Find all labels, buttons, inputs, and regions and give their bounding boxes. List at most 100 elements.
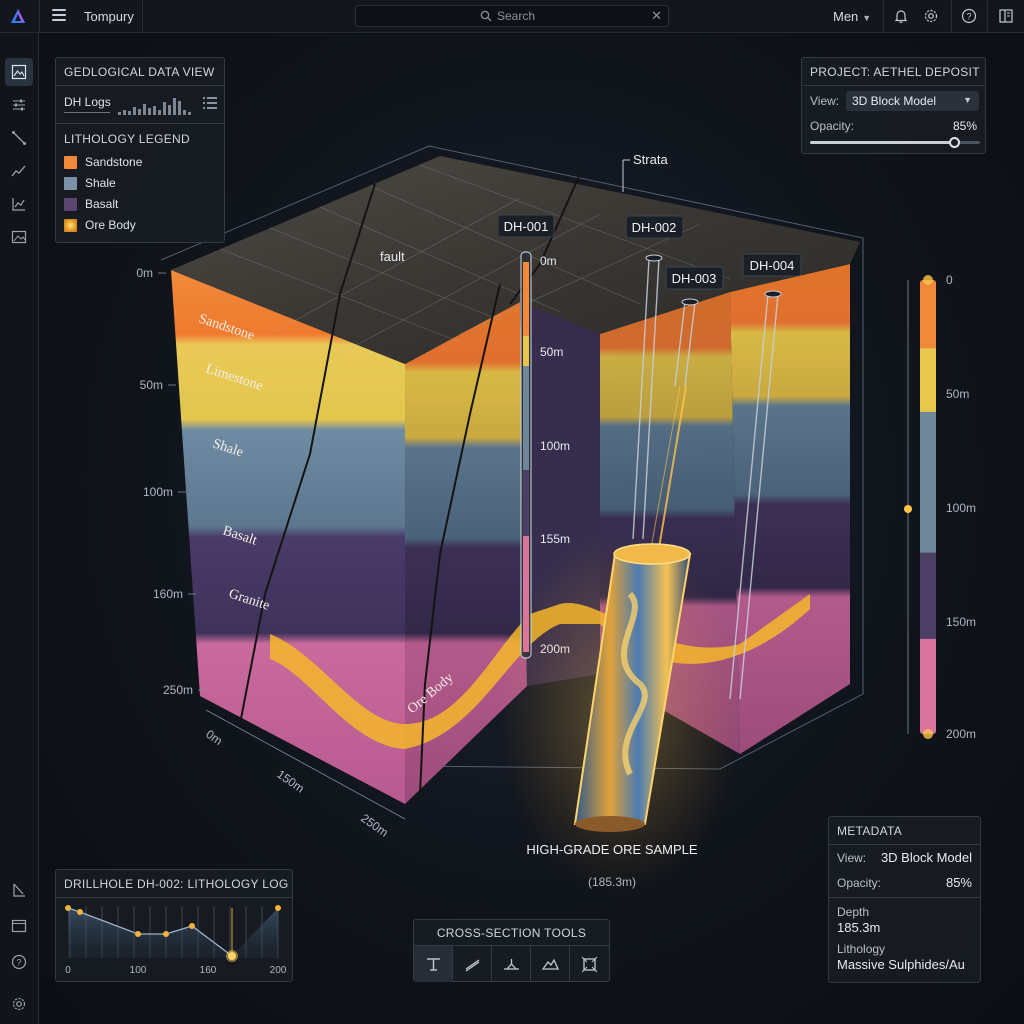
bell-icon[interactable]	[893, 8, 909, 24]
measure-icon[interactable]	[5, 876, 33, 904]
cross-section-tools: CROSS-SECTION TOOLS	[413, 919, 610, 982]
dh001-tick-155: 155m	[540, 532, 570, 546]
drillhole-label-dh001[interactable]: DH-001	[504, 219, 549, 234]
opacity-slider-thumb[interactable]	[948, 137, 960, 148]
depth-bar-tick-150: 150m	[946, 615, 976, 629]
chevron-down-icon: ▼	[862, 13, 872, 23]
tools-title: CROSS-SECTION TOOLS	[436, 926, 587, 940]
legend-label: Shale	[85, 176, 116, 190]
view-select[interactable]: 3D Block Model ▼	[846, 91, 979, 111]
geological-data-panel: GEDLOGICAL DATA VIEW DH Logs LITHOLOGY L…	[55, 57, 225, 243]
user-menu[interactable]: Men ▼	[833, 9, 871, 24]
fault-label: fault	[380, 249, 405, 264]
legend-swatch	[64, 156, 77, 169]
chevron-down-icon: ▼	[963, 95, 972, 105]
dh001-tick-0: 0m	[540, 254, 557, 268]
dh-logs-sparkline	[118, 98, 191, 115]
depth-bar-tick-0: 0	[946, 273, 953, 287]
top-bar: Tompury Search ✕ Men ▼ ?	[0, 0, 1024, 33]
dh001-tick-50: 50m	[540, 345, 563, 359]
legend-label: Basalt	[85, 197, 119, 211]
strata-label: Strata	[633, 152, 668, 167]
front-tick-0: 0m	[203, 727, 225, 748]
drillhole-label-dh002[interactable]: DH-002	[632, 220, 677, 235]
geo-panel-title: GEDLOGICAL DATA VIEW	[64, 65, 215, 79]
front-tick-150: 150m	[274, 767, 307, 796]
sample-title: HIGH-GRADE ORE SAMPLE	[526, 842, 698, 857]
surface-icon[interactable]	[531, 946, 570, 982]
project-title: PROJECT: AETHEL DEPOSIT	[810, 65, 980, 79]
opacity-slider-fill	[810, 141, 955, 144]
opacity-label: Opacity:	[810, 119, 855, 133]
view-label: View:	[810, 94, 840, 108]
legend-label: Sandstone	[85, 155, 143, 169]
image-view-icon[interactable]	[5, 58, 33, 86]
drillhole-log-title: DRILLHOLE DH-002: LITHOLOGY LOG	[64, 877, 289, 891]
drillhole-label-dh003[interactable]: DH-003	[672, 271, 717, 286]
panel-icon[interactable]	[998, 8, 1014, 24]
app-title: Tompury	[84, 9, 134, 24]
user-menu-label: Men	[833, 9, 859, 24]
opacity-value: 85%	[952, 119, 977, 133]
log-x-tick-100: 100	[130, 965, 147, 976]
legend-swatch	[64, 219, 77, 232]
legend-swatch	[64, 177, 77, 190]
metadata-panel: METADATA View: 3D Block Model Opacity: 8…	[828, 816, 981, 983]
depth-tick-0: 0m	[136, 266, 153, 280]
search-icon	[480, 10, 492, 22]
depth-tick-50: 50m	[140, 378, 163, 392]
metadata-title: METADATA	[837, 824, 903, 838]
legend-label: Ore Body	[85, 218, 136, 232]
chart-icon[interactable]	[5, 190, 33, 218]
trend-icon[interactable]	[5, 157, 33, 185]
meta-opacity-label: Opacity:	[837, 876, 882, 890]
horizon-icon[interactable]	[492, 946, 531, 982]
svg-text:?: ?	[16, 958, 21, 968]
dh001-tick-100: 100m	[540, 439, 570, 453]
extent-icon[interactable]	[570, 946, 609, 982]
front-tick-250: 250m	[358, 811, 391, 840]
drillhole-log-panel: DRILLHOLE DH-002: LITHOLOGY LOG 0 100 16…	[55, 869, 293, 982]
dh-logs-label[interactable]: DH Logs	[64, 95, 111, 109]
legend-title: LITHOLOGY LEGEND	[64, 132, 190, 146]
search-placeholder: Search	[497, 9, 536, 23]
legend-swatch	[64, 198, 77, 211]
gear-icon[interactable]	[923, 8, 939, 24]
help-icon[interactable]: ?	[961, 8, 977, 24]
log-x-tick-200: 200	[270, 965, 287, 976]
depth-scale-bar[interactable]	[904, 275, 936, 739]
view-select-value: 3D Block Model	[852, 94, 937, 108]
left-toolbar: ?	[0, 33, 39, 1024]
project-panel: PROJECT: AETHEL DEPOSIT View: 3D Block M…	[801, 57, 986, 154]
sample-depth: (185.3m)	[588, 875, 636, 889]
drillhole-label-dh004[interactable]: DH-004	[750, 258, 795, 273]
meta-opacity-value: 85%	[945, 875, 972, 890]
slice-icon[interactable]	[453, 946, 492, 982]
settings-icon[interactable]	[5, 990, 33, 1018]
depth-tick-160: 160m	[153, 587, 183, 601]
hamburger-menu-icon[interactable]	[52, 9, 66, 23]
clear-search-icon[interactable]: ✕	[651, 8, 662, 24]
log-x-tick-160: 160	[200, 965, 217, 976]
photo-icon[interactable]	[5, 223, 33, 251]
svg-text:?: ?	[966, 12, 971, 22]
drillhole-log-chart[interactable]: 0 100 160 200	[62, 900, 288, 982]
window-icon[interactable]	[5, 912, 33, 940]
opacity-slider[interactable]	[810, 137, 980, 148]
help-icon[interactable]: ?	[5, 948, 33, 976]
sliders-icon[interactable]	[5, 91, 33, 119]
meta-lithology-value: Massive Sulphides/Au	[837, 957, 965, 972]
grid-menu-icon[interactable]	[203, 97, 217, 109]
app-logo-icon[interactable]	[10, 8, 26, 24]
ruler-icon[interactable]	[5, 124, 33, 152]
log-x-tick-0: 0	[65, 965, 71, 976]
depth-bar-tick-100: 100m	[946, 501, 976, 515]
meta-view-label: View:	[837, 851, 867, 865]
meta-view-value: 3D Block Model	[880, 850, 972, 865]
search-input[interactable]: Search ✕	[355, 5, 669, 27]
section-plane-icon[interactable]	[414, 946, 453, 982]
depth-tick-250: 250m	[163, 683, 193, 697]
meta-lithology-label: Lithology	[837, 942, 886, 956]
meta-depth-value: 185.3m	[837, 920, 881, 935]
depth-bar-tick-50: 50m	[946, 387, 969, 401]
